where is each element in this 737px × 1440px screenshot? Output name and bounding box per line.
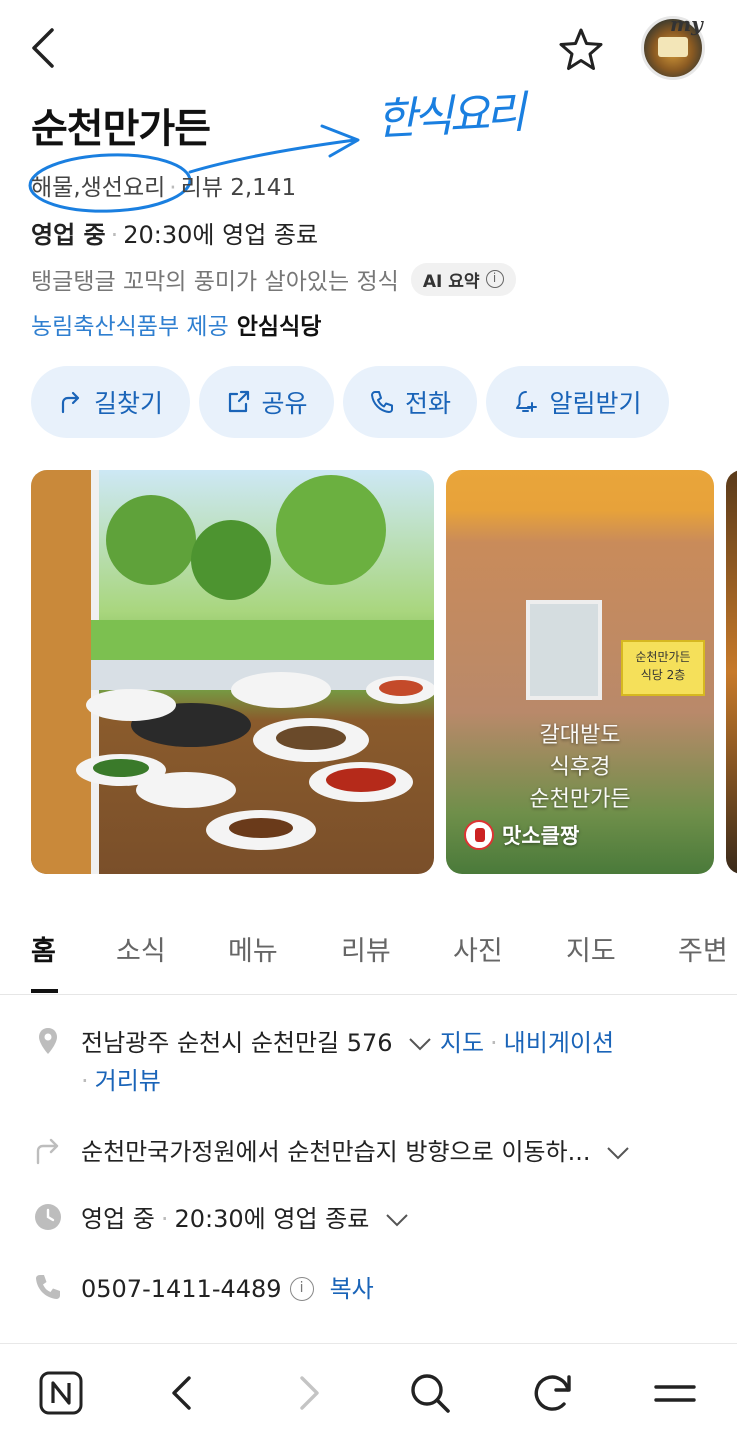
open-status: 영업 중: [31, 221, 106, 249]
photo-gallery[interactable]: 순천만가든 식당 2층 갈대밭도 식후경 순천만가든 맛소클짱: [31, 470, 737, 874]
top-bar: my: [0, 0, 737, 100]
hours-info-row[interactable]: 영업 중 · 20:30에 영업 종료: [33, 1200, 713, 1238]
provider-link[interactable]: 농림축산식품부 제공: [31, 314, 229, 340]
my-badge: my: [670, 12, 703, 36]
tab-photos[interactable]: 사진: [453, 929, 503, 968]
tab-home[interactable]: 홈: [31, 929, 56, 968]
map-link[interactable]: 지도: [440, 1029, 484, 1057]
chevron-down-icon[interactable]: [606, 1145, 630, 1161]
safe-restaurant-badge: 안심식당: [236, 314, 322, 340]
call-label: 전화: [404, 389, 451, 418]
phone-icon: [370, 391, 393, 413]
ai-summary-label: AI 요약: [422, 271, 480, 292]
favorite-button[interactable]: [556, 26, 606, 74]
phone-info-icon[interactable]: i: [289, 1277, 314, 1301]
summary-row: 탱글탱글 꼬막의 풍미가 살아있는 정식 AI 요약 i: [31, 262, 516, 296]
back-button[interactable]: [26, 24, 66, 72]
photo-author[interactable]: 맛소클짱: [464, 820, 579, 850]
review-count[interactable]: 2,141: [230, 175, 296, 201]
phone-number[interactable]: 0507-1411-4489: [81, 1270, 282, 1308]
menu-icon[interactable]: [652, 1370, 698, 1416]
provider-row: 농림축산식품부 제공 안심식당: [31, 307, 321, 341]
directions-label: 길찾기: [93, 389, 163, 418]
action-buttons: 길찾기 공유 전화 알림받기: [31, 366, 669, 438]
naver-home-icon[interactable]: [38, 1370, 84, 1416]
close-time: 20:30에 영업 종료: [123, 221, 319, 249]
share-button[interactable]: 공유: [199, 366, 334, 438]
hours-row: 영업 중 · 20:30에 영업 종료: [31, 221, 319, 249]
author-avatar: [464, 820, 494, 850]
tab-reviews[interactable]: 리뷰: [341, 929, 391, 968]
directions-row[interactable]: 순천만국가정원에서 순천만습지 방향으로 이동하...: [33, 1133, 713, 1171]
author-name: 맛소클짱: [502, 824, 580, 848]
forward-icon[interactable]: [285, 1370, 331, 1416]
hours-info-status: 영업 중: [81, 1205, 155, 1233]
food-table-illustration: [31, 470, 434, 874]
back-icon[interactable]: [160, 1370, 206, 1416]
phone-row: 0507-1411-4489 i 복사: [33, 1270, 713, 1308]
review-label[interactable]: 리뷰: [181, 175, 223, 201]
section-tabs: 홈 소식 메뉴 리뷰 사진 지도 주변: [0, 925, 737, 995]
category-label: 해물,생선요리: [31, 175, 166, 201]
info-icon: i: [485, 270, 504, 288]
ai-summary-chip[interactable]: AI 요약 i: [410, 262, 516, 296]
summary-text: 탱글탱글 꼬막의 풍미가 살아있는 정식: [31, 269, 399, 295]
navigation-link[interactable]: 내비게이션: [504, 1029, 614, 1057]
tab-map[interactable]: 지도: [566, 929, 616, 968]
photo-food-table[interactable]: [31, 470, 434, 874]
phone-icon: [36, 1275, 60, 1299]
chevron-left-icon: [32, 28, 54, 68]
handwritten-annotation: 한식요리: [375, 87, 524, 146]
category-review-row: 해물,생선요리 · 리뷰 2,141: [31, 175, 297, 201]
directions-text: 순천만국가정원에서 순천만습지 방향으로 이동하...: [81, 1138, 591, 1166]
photo-partial[interactable]: [726, 470, 737, 874]
address-text: 전남광주 순천시 순천만길 576: [81, 1029, 393, 1057]
hours-info-close: 20:30에 영업 종료: [174, 1205, 370, 1233]
route-arrow-icon: [36, 1138, 59, 1165]
chevron-down-icon[interactable]: [408, 1036, 432, 1052]
share-icon: [229, 390, 250, 413]
call-button[interactable]: 전화: [343, 366, 477, 438]
notification-label: 알림받기: [549, 389, 642, 418]
avatar-image: [658, 37, 688, 57]
active-tab-indicator: [31, 989, 58, 993]
notification-button[interactable]: 알림받기: [486, 366, 669, 438]
location-pin-icon: [39, 1028, 57, 1054]
share-label: 공유: [261, 389, 308, 418]
browser-bottom-bar: [0, 1343, 737, 1440]
directions-button[interactable]: 길찾기: [31, 366, 190, 438]
place-title: 순천만가든: [31, 106, 211, 152]
building-sign: 순천만가든 식당 2층: [621, 640, 705, 696]
photo-building-exterior[interactable]: 순천만가든 식당 2층 갈대밭도 식후경 순천만가든 맛소클짱: [446, 470, 714, 874]
tab-nearby[interactable]: 주변: [678, 929, 728, 968]
copy-phone-button[interactable]: 복사: [330, 1270, 374, 1308]
address-row: 전남광주 순천시 순천만길 576 지도 · 내비게이션 · 거리뷰: [33, 1024, 713, 1100]
directions-icon: [61, 391, 80, 414]
tab-menu[interactable]: 메뉴: [228, 929, 278, 968]
clock-icon: [35, 1204, 61, 1230]
refresh-icon[interactable]: [530, 1370, 576, 1416]
search-icon[interactable]: [407, 1370, 453, 1416]
photo-caption: 갈대밭도 식후경 순천만가든: [529, 723, 631, 812]
street-view-link[interactable]: 거리뷰: [95, 1067, 161, 1095]
chevron-down-icon[interactable]: [385, 1212, 409, 1228]
bell-plus-icon: [516, 391, 538, 412]
building-window: [526, 600, 602, 700]
tab-news[interactable]: 소식: [116, 929, 166, 968]
star-icon: [559, 28, 603, 70]
